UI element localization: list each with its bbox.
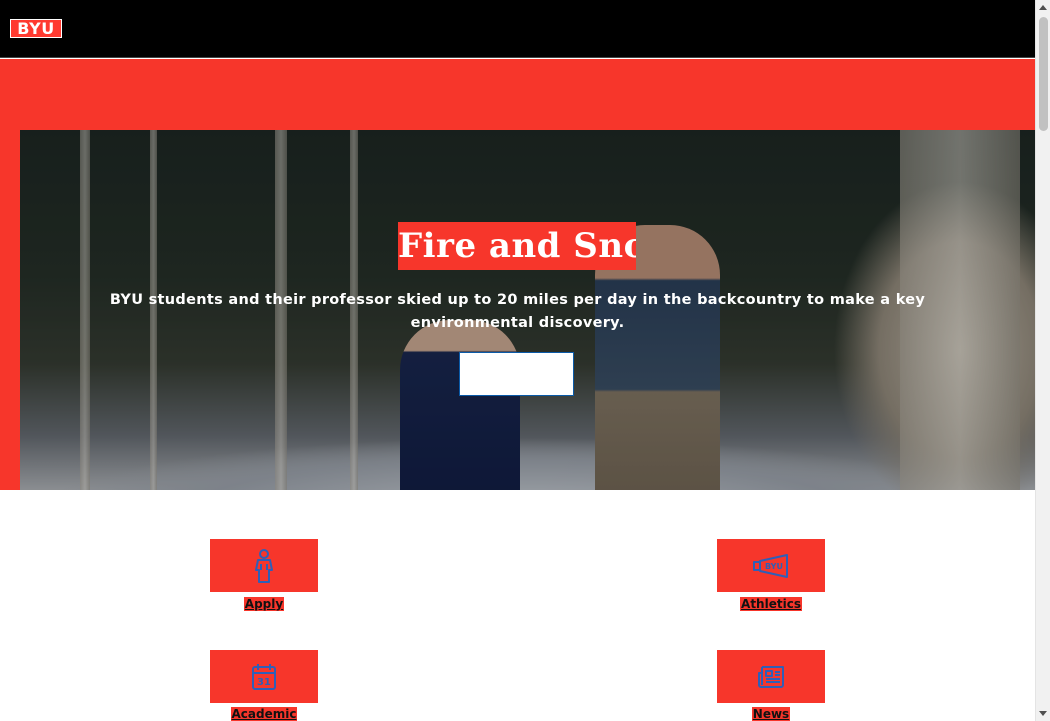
scroll-down-arrow-icon[interactable] <box>1039 711 1047 716</box>
apply-tile[interactable] <box>210 539 318 592</box>
megaphone-icon-text: BYU <box>765 562 783 571</box>
athletics-tile[interactable]: BYU <box>717 539 825 592</box>
news-tile[interactable] <box>717 650 825 703</box>
academic-label[interactable]: Academic <box>210 703 318 721</box>
page: BYU Fire and Snow BYU students and their… <box>0 0 1035 721</box>
calendar-31-icon: 31 <box>252 663 276 690</box>
news-label[interactable]: News <box>717 703 825 721</box>
academic-label-text[interactable]: Academic <box>230 707 298 721</box>
vertical-scrollbar[interactable] <box>1035 0 1050 721</box>
athletics-label-text[interactable]: Athletics <box>740 597 802 611</box>
student-figure-icon <box>255 548 273 583</box>
academic-tile[interactable]: 31 <box>210 650 318 703</box>
athletics-label[interactable]: Athletics <box>717 593 825 612</box>
apply-label-text[interactable]: Apply <box>243 597 285 611</box>
calendar-icon-text: 31 <box>257 677 271 688</box>
hero-read-more-button[interactable] <box>459 352 574 396</box>
byu-logo[interactable]: BYU <box>10 19 62 38</box>
news-label-text[interactable]: News <box>751 707 791 721</box>
hero-subtitle: BYU students and their professor skied u… <box>109 292 926 331</box>
apply-label[interactable]: Apply <box>210 593 318 612</box>
byu-megaphone-icon: BYU <box>753 553 788 578</box>
scroll-up-arrow-icon[interactable] <box>1039 5 1047 10</box>
hero-title: Fire and Snow <box>398 222 636 270</box>
newspaper-icon <box>758 665 784 688</box>
top-header: BYU <box>0 0 1035 58</box>
scroll-thumb[interactable] <box>1039 17 1048 131</box>
